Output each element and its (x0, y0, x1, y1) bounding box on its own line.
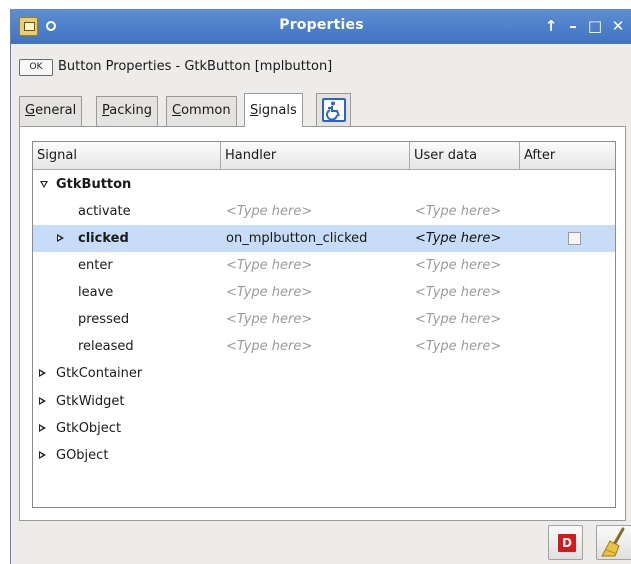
tab-mnemonic: C (172, 103, 182, 118)
tab-label: eneral (35, 103, 77, 118)
user-data-field[interactable]: <Type here> (415, 333, 501, 360)
group-label: GtkButton (56, 177, 132, 192)
minimize-button[interactable]: – (564, 16, 582, 36)
signals-tree[interactable]: Signal Handler User data After GtkButton… (32, 141, 616, 508)
expander-right-icon[interactable] (39, 424, 46, 432)
maximize-button[interactable]: □ (586, 16, 604, 36)
tab-common[interactable]: Common (166, 96, 237, 126)
accessibility-icon (322, 98, 346, 122)
clear-button[interactable] (596, 525, 631, 560)
signal-name: pressed (78, 312, 130, 327)
group-label: GObject (56, 448, 109, 463)
signal-row-released[interactable]: released <Type here> <Type here> (33, 333, 615, 360)
tree-group-gobject[interactable]: GObject (33, 442, 615, 469)
tab-general[interactable]: General (19, 96, 83, 126)
expander-down-icon[interactable] (40, 181, 48, 188)
widget-type-icon: OK (19, 59, 53, 76)
user-data-field[interactable]: <Type here> (415, 225, 501, 252)
tab-label: acking (109, 103, 153, 118)
group-label: GtkContainer (56, 366, 143, 381)
close-button[interactable]: ✕ (609, 16, 627, 36)
expander-right-icon[interactable] (39, 369, 46, 377)
expander-right-icon[interactable] (39, 451, 46, 459)
column-signal[interactable]: Signal (33, 142, 221, 170)
signal-name: released (78, 339, 134, 354)
signal-name: activate (78, 204, 131, 219)
user-data-field[interactable]: <Type here> (415, 279, 501, 306)
group-label: GtkWidget (56, 394, 125, 409)
signal-name: leave (78, 285, 114, 300)
handler-field[interactable]: <Type here> (226, 198, 312, 225)
signal-name: clicked (78, 231, 129, 246)
keep-above-button[interactable]: ↑ (542, 16, 560, 36)
signal-row-clicked[interactable]: clicked on_mplbutton_clicked <Type here> (33, 225, 615, 252)
column-user-data[interactable]: User data (410, 142, 520, 170)
signal-row-leave[interactable]: leave <Type here> <Type here> (33, 279, 615, 306)
tab-label: ignals (258, 103, 297, 118)
title-bar[interactable]: Properties ↑ – □ ✕ (11, 9, 631, 44)
user-data-field[interactable]: <Type here> (415, 252, 501, 279)
signals-panel: Signal Handler User data After GtkButton… (19, 126, 626, 521)
properties-header-title: Button Properties - GtkButton [mplbutton… (58, 59, 333, 74)
column-after[interactable]: After (520, 142, 615, 170)
signal-row-pressed[interactable]: pressed <Type here> <Type here> (33, 306, 615, 333)
expander-right-icon[interactable] (39, 397, 46, 405)
user-data-field[interactable]: <Type here> (415, 306, 501, 333)
handler-field[interactable]: on_mplbutton_clicked (226, 225, 367, 252)
handler-field[interactable]: <Type here> (226, 333, 312, 360)
window-title: Properties (279, 17, 364, 33)
user-data-field[interactable]: <Type here> (415, 198, 501, 225)
broom-icon (601, 527, 625, 557)
properties-window: Properties ↑ – □ ✕ OK Button Properties … (10, 9, 631, 564)
delete-icon: D (558, 534, 576, 552)
signal-row-enter[interactable]: enter <Type here> <Type here> (33, 252, 615, 279)
tab-signals[interactable]: Signals (244, 93, 303, 127)
handler-field[interactable]: <Type here> (226, 279, 312, 306)
signal-name: enter (78, 258, 113, 273)
tree-group-gtkcontainer[interactable]: GtkContainer (33, 360, 615, 387)
tab-label: ommon (181, 103, 231, 118)
expander-right-icon[interactable] (57, 234, 64, 242)
tab-accessibility[interactable] (316, 93, 351, 127)
handler-field[interactable]: <Type here> (226, 252, 312, 279)
tab-packing[interactable]: Packing (96, 96, 159, 126)
delete-button[interactable]: D (548, 525, 583, 560)
tree-group-gtkbutton[interactable]: GtkButton (33, 171, 615, 198)
handler-field[interactable]: <Type here> (226, 306, 312, 333)
tree-group-gtkwidget[interactable]: GtkWidget (33, 388, 615, 415)
signal-row-activate[interactable]: activate <Type here> <Type here> (33, 198, 615, 225)
group-label: GtkObject (56, 421, 122, 436)
tree-group-gtkobject[interactable]: GtkObject (33, 415, 615, 442)
tab-mnemonic: G (25, 103, 36, 118)
column-handler[interactable]: Handler (221, 142, 410, 170)
after-checkbox[interactable] (568, 232, 581, 245)
